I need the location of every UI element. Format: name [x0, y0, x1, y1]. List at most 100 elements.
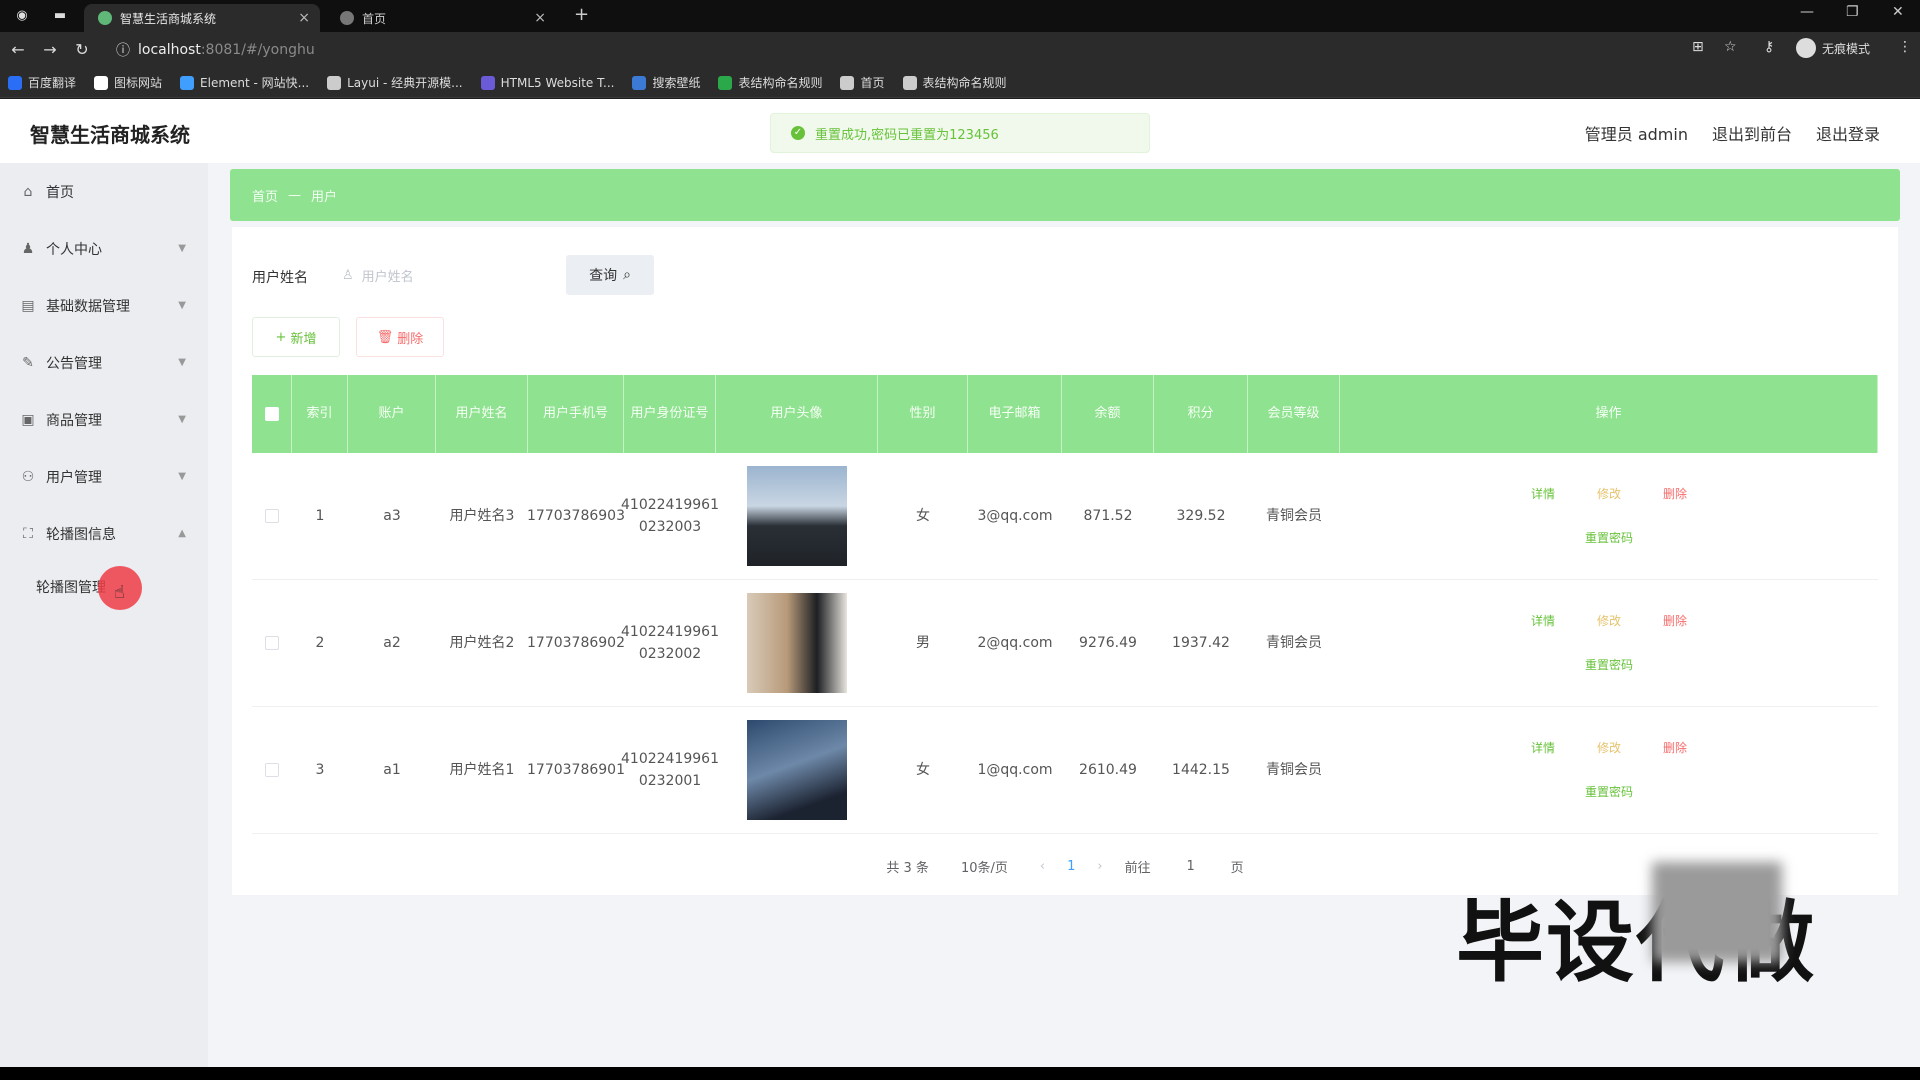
close-window-icon[interactable]: ✕: [1892, 4, 1904, 20]
bookmark-item[interactable]: Element - 网站快...: [180, 74, 309, 91]
app-title: 智慧生活商城系统: [30, 123, 190, 147]
minimize-icon[interactable]: —: [1800, 4, 1814, 20]
sidebar-item[interactable]: ▤ 基础数据管理 ▼: [0, 277, 208, 334]
tab-close-icon[interactable]: ×: [534, 10, 546, 26]
cell-id-number: 41022419961 0232001: [621, 748, 719, 792]
cell-email: 1@qq.com: [977, 762, 1053, 778]
cell-email: 2@qq.com: [977, 635, 1053, 651]
tab-favicon-icon: [340, 11, 354, 25]
row-checkbox[interactable]: [265, 636, 279, 650]
cell-account: a3: [383, 508, 401, 524]
chevron-icon: ▼: [178, 243, 186, 254]
id-number-line: 0232001: [638, 773, 702, 789]
id-number-line: 0232003: [638, 519, 702, 535]
bookmark-label: Element - 网站快...: [200, 76, 310, 90]
site-info-icon[interactable]: ⓘ: [116, 40, 130, 60]
reset-password-button[interactable]: 重置密码: [1585, 781, 1633, 803]
sidebar-item[interactable]: ♟ 个人中心 ▼: [0, 220, 208, 277]
bookmark-item[interactable]: 表结构命名规则: [718, 74, 822, 91]
tab-title: 首页: [362, 11, 387, 26]
sidebar-item[interactable]: ⚇ 用户管理 ▼: [0, 448, 208, 505]
bookmark-item[interactable]: 百度翻译: [8, 74, 76, 91]
submenu-item-carousel-management[interactable]: 轮播图管理 ☝: [0, 562, 208, 612]
detail-button[interactable]: 详情: [1531, 483, 1555, 505]
cell-avatar: [716, 466, 878, 566]
tab-close-icon[interactable]: ×: [298, 10, 310, 26]
column-header: 余额: [1062, 375, 1154, 453]
column-header: 积分: [1154, 375, 1248, 453]
add-button[interactable]: + 新增: [252, 317, 340, 357]
sidebar-item-label: 用户管理: [46, 469, 102, 486]
bookmark-favicon-icon: [632, 75, 647, 90]
translate-icon[interactable]: ⊞: [1692, 39, 1704, 55]
sidebar-item[interactable]: ⌂ 首页: [0, 163, 208, 220]
column-header: 用户姓名: [436, 375, 528, 453]
detail-button[interactable]: 详情: [1531, 737, 1555, 759]
cell-id-number: 41022419961 0232002: [621, 621, 719, 665]
reset-password-button[interactable]: 重置密码: [1585, 654, 1633, 676]
bookmark-item[interactable]: Layui - 经典开源模...: [327, 74, 463, 91]
page-number[interactable]: 1: [1067, 859, 1075, 874]
delete-button[interactable]: 删除: [1663, 737, 1687, 759]
edit-button[interactable]: 修改: [1597, 610, 1621, 632]
next-page-icon[interactable]: ›: [1097, 859, 1102, 874]
maximize-icon[interactable]: ❐: [1846, 4, 1859, 20]
password-key-icon[interactable]: ⚷: [1764, 39, 1774, 55]
cell-avatar: [716, 593, 878, 693]
sidebar-item[interactable]: ✎ 公告管理 ▼: [0, 334, 208, 391]
row-checkbox[interactable]: [265, 509, 279, 523]
hand-cursor-icon: ☝: [114, 582, 125, 603]
incognito-indicator[interactable]: 无痕模式: [1796, 38, 1870, 58]
sidebar-item[interactable]: ⛶ 轮播图信息 ▲: [0, 505, 208, 562]
bookmark-item[interactable]: 搜索壁纸: [632, 74, 700, 91]
edit-button[interactable]: 修改: [1597, 737, 1621, 759]
select-all-checkbox[interactable]: [264, 407, 279, 421]
select-all-cell: [252, 375, 292, 453]
tab-search-icon[interactable]: ▬: [50, 6, 70, 26]
edit-button[interactable]: 修改: [1597, 483, 1621, 505]
breadcrumb-home[interactable]: 首页: [252, 186, 278, 205]
search-input[interactable]: ♙ 用户姓名: [330, 255, 566, 295]
browser-tab-active[interactable]: 智慧生活商城系统 ×: [84, 4, 320, 32]
bookmark-label: Layui - 经典开源模...: [347, 76, 463, 90]
batch-delete-button[interactable]: 🗑 删除: [356, 317, 444, 357]
address-bar[interactable]: ⓘ localhost:8081/#/yonghu: [108, 36, 1708, 64]
bookmark-star-icon[interactable]: ☆: [1724, 39, 1737, 55]
reload-icon[interactable]: ↻: [72, 40, 92, 59]
page-size-select[interactable]: 10条/页: [951, 857, 1018, 876]
goto-page-input[interactable]: 1: [1173, 859, 1209, 874]
id-number-line: 41022419961: [621, 497, 719, 513]
sidebar-item-label: 基础数据管理: [46, 298, 130, 315]
exit-to-front-link[interactable]: 退出到前台: [1712, 121, 1792, 145]
bookmark-item[interactable]: 表结构命名规则: [902, 74, 1007, 91]
search-button[interactable]: 查询 ⌕: [566, 255, 654, 295]
sidebar-item-label: 个人中心: [46, 241, 102, 258]
notice-icon: ✎: [22, 354, 34, 371]
prev-page-icon[interactable]: ‹: [1040, 859, 1045, 874]
browser-tab[interactable]: 首页 ×: [326, 4, 556, 32]
admin-label: 管理员 admin: [1584, 125, 1688, 144]
browser-more-icon[interactable]: ⋮: [1898, 39, 1912, 55]
new-tab-icon[interactable]: +: [574, 4, 589, 25]
logout-link[interactable]: 退出登录: [1816, 121, 1880, 145]
goods-icon: ▣: [21, 411, 35, 428]
table-row: 2 a2 用户姓名2 17703786902 41022419961 0232002 男 2@…: [252, 580, 1878, 707]
bookmark-item[interactable]: 图标网站: [94, 74, 162, 91]
avatar: [747, 466, 847, 566]
row-checkbox[interactable]: [265, 763, 279, 777]
bookmark-item[interactable]: HTML5 Website T...: [480, 75, 614, 90]
reset-password-button[interactable]: 重置密码: [1585, 527, 1633, 549]
back-icon[interactable]: ←: [8, 40, 28, 59]
cell-phone: 17703786901: [527, 762, 625, 778]
incognito-icon: [1796, 38, 1816, 58]
bookmark-item[interactable]: 首页: [840, 74, 885, 91]
watermark-blur: [1652, 862, 1782, 962]
browser-menu-icon[interactable]: ◉: [12, 6, 32, 26]
delete-button-label: 删除: [397, 331, 424, 347]
delete-button[interactable]: 删除: [1663, 483, 1687, 505]
home-icon: ⌂: [23, 183, 33, 200]
delete-button[interactable]: 删除: [1663, 610, 1687, 632]
detail-button[interactable]: 详情: [1531, 610, 1555, 632]
sidebar-item[interactable]: ▣ 商品管理 ▼: [0, 391, 208, 448]
forward-icon[interactable]: →: [40, 40, 60, 59]
